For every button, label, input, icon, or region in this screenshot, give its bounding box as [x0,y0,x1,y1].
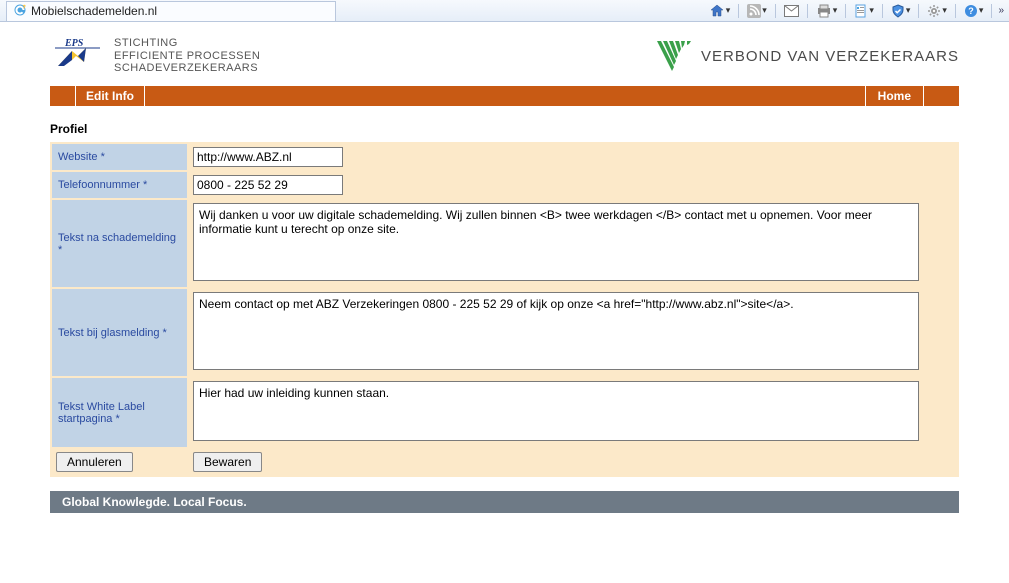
safety-icon[interactable]: ▾ [889,2,913,20]
nav-spacer [923,86,959,106]
svg-text:?: ? [968,6,974,16]
website-input[interactable] [193,147,343,167]
footer-bar: Global Knowlegde. Local Focus. [50,491,959,513]
footer-text: Global Knowlegde. Local Focus. [62,495,247,509]
logo-verbond: VERBOND VAN VERZEKERAARS [657,41,959,71]
nav-spacer [50,86,76,106]
tools-icon[interactable]: ▾ [925,2,949,20]
page-body: EPS STICHTING EFFICIENTE PROCESSEN SCHAD… [0,22,1009,513]
label-phone: Telefoonnummer * [52,172,187,198]
ie-icon [13,3,27,20]
page-icon[interactable]: ▾ [852,2,876,20]
navbar: Edit Info Home [50,86,959,106]
verbond-logo-icon [657,41,691,71]
verbond-title: VERBOND VAN VERZEKERAARS [701,48,959,65]
profile-form: Website * Telefoonnummer * Tekst na scha… [50,142,959,477]
eps-line2: EFFICIENTE PROCESSEN [114,50,260,63]
tab-title: Mobielschademelden.nl [31,4,157,18]
svg-text:EPS: EPS [64,38,84,49]
save-button[interactable]: Bewaren [193,452,262,472]
phone-input[interactable] [193,175,343,195]
toolbar: ▾ ▾ ▾ ▾ ▾ ▾ ? [707,2,1003,20]
print-icon[interactable]: ▾ [814,2,840,20]
overflow-icon[interactable]: » [998,5,1003,16]
eps-line1: STICHTING [114,37,260,50]
label-text-after: Tekst na schademelding * [52,200,187,287]
label-text-whitelabel: Tekst White Label startpagina * [52,378,187,447]
label-text-glass: Tekst bij glasmelding * [52,289,187,376]
text-after-input[interactable] [193,203,919,281]
browser-tab[interactable]: Mobielschademelden.nl [6,1,336,21]
logo-eps: EPS STICHTING EFFICIENTE PROCESSEN SCHAD… [50,36,260,76]
text-whitelabel-input[interactable] [193,381,919,441]
eps-logo-icon: EPS [50,36,106,76]
section-title: Profiel [50,122,959,136]
nav-home[interactable]: Home [865,86,923,106]
nav-edit-info[interactable]: Edit Info [76,86,145,106]
feeds-icon[interactable]: ▾ [745,2,769,20]
cancel-button[interactable]: Annuleren [56,452,133,472]
text-glass-input[interactable] [193,292,919,370]
help-icon[interactable]: ? ▾ [962,2,986,20]
browser-chrome: Mobielschademelden.nl ▾ ▾ ▾ ▾ ▾ [0,0,1009,22]
label-website: Website * [52,144,187,170]
page-header: EPS STICHTING EFFICIENTE PROCESSEN SCHAD… [50,30,959,86]
mail-icon[interactable] [782,2,801,20]
eps-line3: SCHADEVERZEKERAARS [114,62,260,75]
home-icon[interactable]: ▾ [707,2,733,20]
